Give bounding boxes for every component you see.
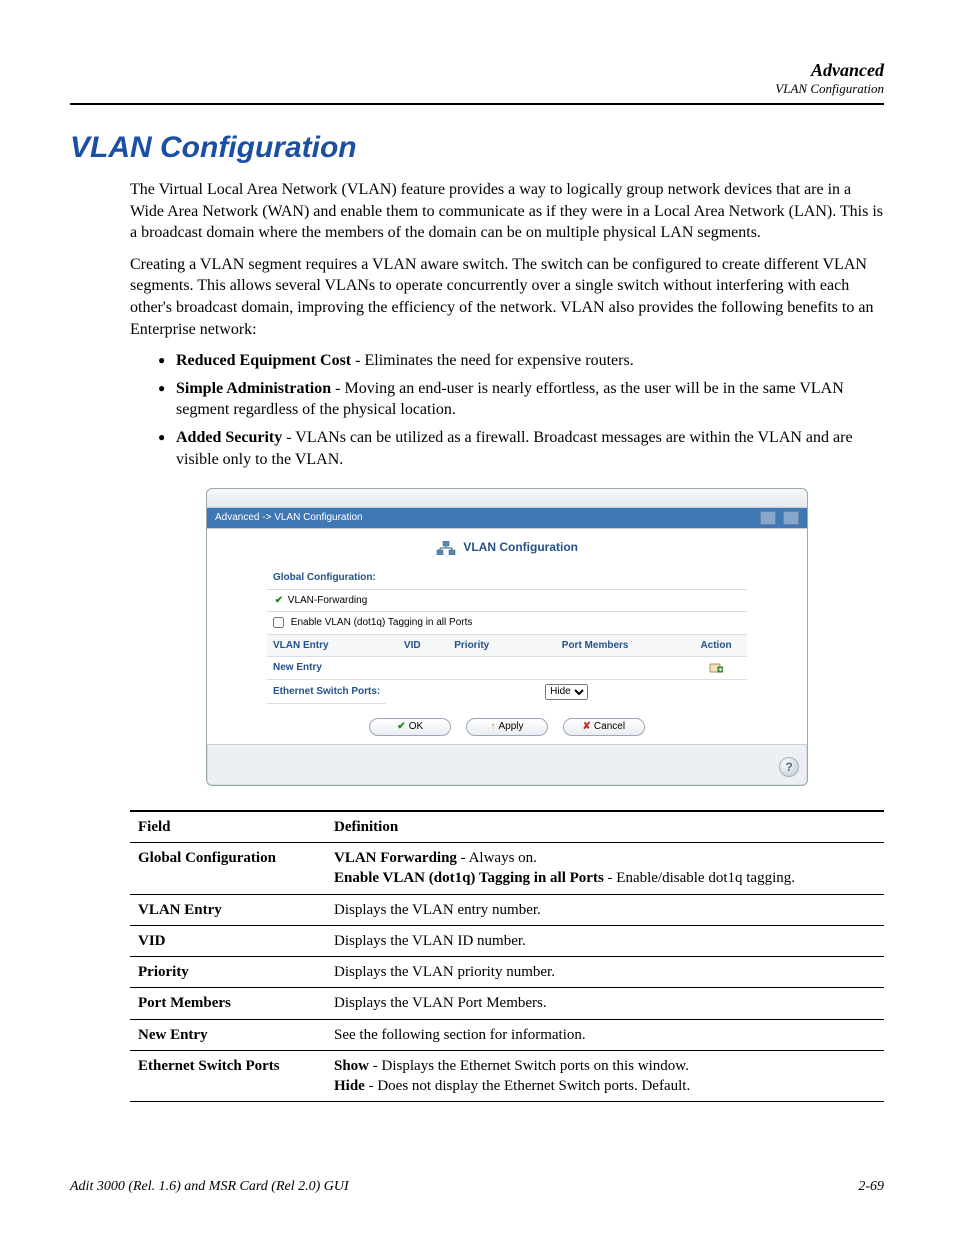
header-rule — [70, 103, 884, 105]
defs-row: Ethernet Switch Ports Show - Displays th… — [130, 1050, 884, 1102]
header-section: VLAN Configuration — [70, 81, 884, 97]
apply-button[interactable]: ↑Apply — [466, 718, 548, 736]
layout-icon[interactable] — [760, 511, 776, 525]
footer-page-number: 2-69 — [858, 1179, 884, 1195]
benefits-list: Reduced Equipment Cost - Eliminates the … — [130, 350, 884, 470]
col-port-members: Port Members — [505, 634, 685, 657]
apply-icon: ↑ — [490, 721, 495, 732]
new-entry-label: New Entry — [267, 657, 386, 680]
page-title: VLAN Configuration — [70, 131, 884, 165]
eth-switch-ports-label: Ethernet Switch Ports: — [267, 679, 386, 704]
ok-button[interactable]: ✔OK — [369, 718, 451, 736]
defs-row: Global Configuration VLAN Forwarding - A… — [130, 843, 884, 895]
expand-icon[interactable] — [783, 511, 799, 525]
benefit-item: Simple Administration - Moving an end-us… — [158, 378, 884, 421]
cancel-button[interactable]: ✘Cancel — [563, 718, 645, 736]
breadcrumb-bar: Advanced -> VLAN Configuration — [207, 508, 807, 528]
defs-row: VLAN Entry Displays the VLAN entry numbe… — [130, 894, 884, 925]
eth-switch-ports-select[interactable]: Hide — [545, 684, 588, 700]
page-header: Advanced VLAN Configuration — [70, 60, 884, 97]
page-footer: Adit 3000 (Rel. 1.6) and MSR Card (Rel 2… — [70, 1179, 884, 1195]
enable-dot1q-row: Enable VLAN (dot1q) Tagging in all Ports — [267, 612, 747, 635]
benefit-item: Reduced Equipment Cost - Eliminates the … — [158, 350, 884, 372]
col-vlan-entry: VLAN Entry — [267, 634, 386, 657]
panel-titlebar — [207, 489, 807, 508]
global-config-label: Global Configuration: — [267, 567, 747, 589]
defs-head-definition: Definition — [326, 811, 884, 843]
config-table: Global Configuration: ✔ VLAN-Forwarding … — [267, 567, 747, 704]
help-button[interactable]: ? — [779, 757, 799, 777]
col-action: Action — [685, 634, 747, 657]
col-priority: Priority — [438, 634, 505, 657]
breadcrumb-text: Advanced -> VLAN Configuration — [215, 511, 363, 525]
check-on-icon: ✔ — [273, 594, 285, 608]
benefit-item: Added Security - VLANs can be utilized a… — [158, 427, 884, 470]
add-entry-icon[interactable] — [709, 662, 723, 674]
check-icon: ✔ — [397, 721, 405, 732]
field-definitions-table: Field Definition Global Configuration VL… — [130, 810, 884, 1103]
panel-heading: VLAN Configuration — [207, 539, 807, 555]
footer-doc-title: Adit 3000 (Rel. 1.6) and MSR Card (Rel 2… — [70, 1179, 349, 1195]
defs-row: Priority Displays the VLAN priority numb… — [130, 957, 884, 988]
defs-row: VID Displays the VLAN ID number. — [130, 925, 884, 956]
intro-paragraph-2: Creating a VLAN segment requires a VLAN … — [130, 254, 884, 340]
defs-head-field: Field — [130, 811, 326, 843]
defs-row: Port Members Displays the VLAN Port Memb… — [130, 988, 884, 1019]
header-chapter: Advanced — [70, 60, 884, 81]
col-vid: VID — [386, 634, 438, 657]
vlan-forwarding-row: ✔ VLAN-Forwarding — [267, 589, 747, 612]
vlan-config-panel: Advanced -> VLAN Configuration — [206, 488, 808, 786]
x-icon: ✘ — [583, 721, 591, 732]
enable-dot1q-checkbox[interactable] — [273, 617, 284, 628]
defs-row: New Entry See the following section for … — [130, 1019, 884, 1050]
intro-paragraph-1: The Virtual Local Area Network (VLAN) fe… — [130, 179, 884, 244]
network-icon — [436, 541, 456, 555]
